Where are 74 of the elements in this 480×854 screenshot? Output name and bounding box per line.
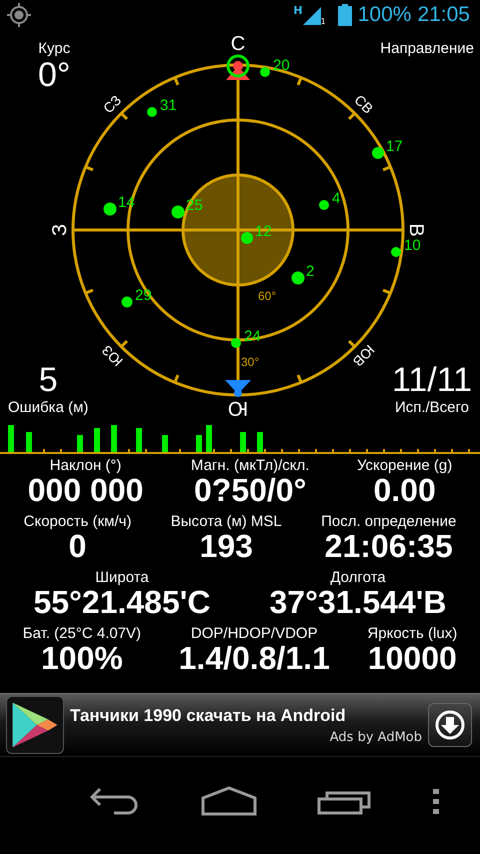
reading-value: 000 000	[28, 474, 144, 508]
sim-number: 1	[320, 17, 326, 26]
satellites-label: Исп./Всего	[394, 399, 470, 416]
reading-label: Ускорение (g)	[356, 457, 452, 474]
battery-icon	[338, 4, 352, 26]
compass-label: ЮВ	[350, 342, 378, 370]
download-button[interactable]	[428, 703, 472, 747]
compass-label: СВ	[351, 92, 376, 117]
reading-label: Скорость (км/ч)	[24, 513, 132, 530]
satellite-dot	[391, 247, 401, 257]
compass-label: ЮЗ	[98, 342, 126, 370]
clock: 21:05	[417, 3, 470, 27]
satellite-number: 20	[273, 57, 290, 74]
satellite-number: 2	[306, 263, 314, 280]
satellite-dot	[122, 296, 132, 308]
reading-value: 0.00	[373, 474, 436, 508]
reading-label: Посл. определение	[321, 513, 456, 530]
ad-banner[interactable]: Танчики 1990 скачать на Android Ads by AdMob	[0, 693, 480, 757]
satellite-dot	[292, 272, 304, 284]
error-label: Ошибка (м)	[8, 399, 88, 416]
course-label: Курс	[38, 40, 70, 57]
location-icon	[6, 2, 32, 28]
reading-value: 0?50/0°	[194, 474, 306, 508]
play-store-icon	[6, 696, 64, 754]
reading-label: Широта	[95, 569, 149, 586]
satellite-number: 10	[404, 237, 421, 254]
reading-value: 21:06:35	[324, 530, 453, 564]
reading-value: 55°21.485'С	[34, 586, 210, 620]
home-icon[interactable]	[200, 786, 257, 816]
compass-label: С	[230, 33, 246, 55]
elevation-label: 30°	[241, 355, 260, 369]
menu-icon[interactable]	[432, 788, 440, 814]
satellite-dot	[241, 232, 253, 244]
heading-marker-icon	[225, 380, 251, 397]
reading-value: 100%	[41, 642, 123, 676]
reading-value: 193	[200, 530, 253, 564]
elevation-label: 60°	[258, 289, 276, 303]
back-icon[interactable]	[90, 787, 140, 815]
reading-label: DOP/HDOP/VDOP	[190, 625, 318, 642]
ad-source: Ads by AdMob	[330, 730, 422, 744]
satellite-dot	[147, 107, 157, 117]
ad-title[interactable]: Танчики 1990 скачать на Android	[70, 706, 422, 726]
course-value: 0°	[38, 57, 71, 94]
reading-value: 0	[68, 530, 86, 564]
satellite-number: 17	[386, 138, 403, 155]
reading-label: Высота (м) MSL	[170, 513, 282, 530]
download-icon	[435, 710, 465, 740]
satellite-dot	[260, 67, 270, 77]
compass-label: З	[49, 224, 71, 236]
reading-label: Бат. (25°C 4.07V)	[22, 625, 142, 642]
signal-icon	[302, 5, 323, 25]
error-value: 5	[38, 362, 58, 400]
reading-label: Яркость (lux)	[367, 625, 458, 642]
compass-label: СЗ	[100, 92, 124, 116]
satellites-count: 11/11	[392, 362, 472, 400]
satellite-dot	[104, 202, 116, 216]
reading-value: 37°31.544'В	[270, 586, 446, 620]
network-type: H	[293, 4, 303, 17]
compass-label: Ю	[228, 397, 248, 419]
compass-label: В	[405, 223, 427, 237]
satellite-dot	[231, 338, 241, 348]
satellite-dot	[172, 206, 184, 218]
reading-label: Магн. (мкТл)/скл.	[190, 457, 310, 474]
reading-value: 1.4/0.8/1.1	[178, 642, 330, 676]
satellite-number: 31	[160, 97, 177, 114]
reading-label: Наклон (°)	[50, 457, 122, 474]
reading-label: Долгота	[330, 569, 386, 586]
reading-value: 10000	[368, 642, 457, 676]
satellite-dot	[372, 147, 384, 159]
direction-label: Направление	[380, 40, 474, 57]
satellite-dot	[319, 200, 329, 210]
satellite-number: 4	[332, 190, 340, 207]
battery-percent: 100%	[358, 3, 412, 27]
north-marker-icon	[226, 54, 250, 80]
